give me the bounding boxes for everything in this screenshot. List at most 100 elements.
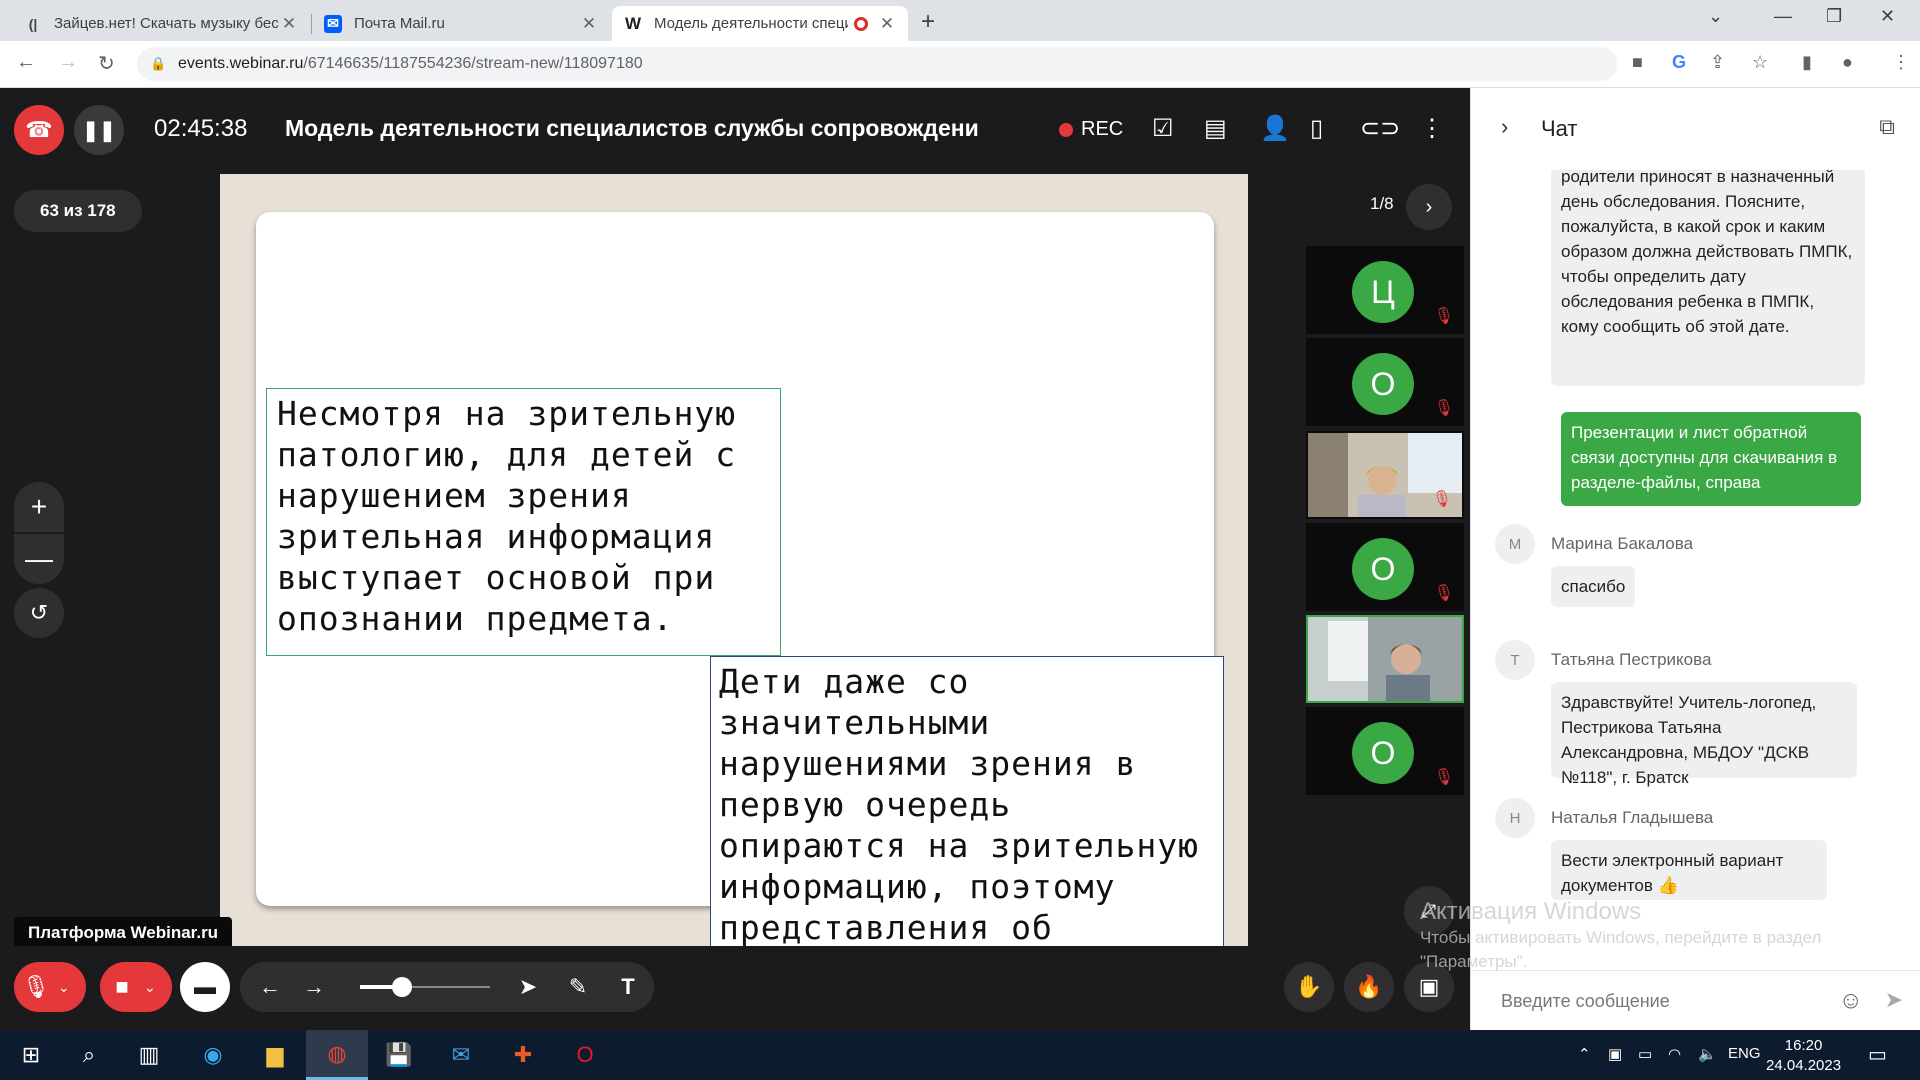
chrome-menu-icon[interactable]: ⋮ bbox=[1892, 52, 1910, 73]
network-device-icon[interactable]: ▣ bbox=[1608, 1045, 1622, 1063]
side-panel-icon[interactable]: ▮ bbox=[1802, 52, 1812, 73]
chrome-icon[interactable]: ◍ bbox=[306, 1030, 368, 1080]
mail-icon: ✉ bbox=[324, 14, 342, 33]
camera-toggle-button[interactable]: ■ ⌄ bbox=[100, 962, 172, 1012]
close-icon[interactable]: ✕ bbox=[878, 14, 896, 34]
recording-icon bbox=[854, 16, 868, 31]
wifi-icon[interactable]: ◠ bbox=[1668, 1045, 1681, 1063]
reactions-button[interactable]: 🔥 bbox=[1344, 962, 1394, 1012]
google-translate-icon[interactable]: G bbox=[1672, 52, 1686, 73]
participant-video-tile[interactable]: 🎙 bbox=[1306, 431, 1464, 519]
minimize-icon[interactable]: — bbox=[1774, 6, 1792, 27]
app-save-icon[interactable]: 💾 bbox=[368, 1030, 430, 1080]
participant-tile[interactable]: О 🎙 bbox=[1306, 338, 1464, 426]
participant-tile[interactable]: О 🎙 bbox=[1306, 707, 1464, 795]
browser-tab-strip: (| Зайцев.нет! Скачать музыку бес ✕ ✉ По… bbox=[0, 0, 1920, 41]
windows-taskbar: ⊞ ⌕ ▥ ◉ ▆ ◍ 💾 ✉ ✚ O ⌃ ▣ ▭ ◠ 🔈 ENG 16:20 … bbox=[0, 1030, 1920, 1080]
hand-icon: ✋ bbox=[1295, 974, 1323, 999]
back-icon[interactable]: ← bbox=[16, 51, 36, 74]
edge-icon[interactable]: ◉ bbox=[182, 1030, 244, 1080]
chevron-down-icon[interactable]: ⌄ bbox=[58, 979, 70, 996]
chevron-down-icon[interactable]: ⌄ bbox=[144, 979, 156, 996]
camera-permission-icon[interactable]: ■ bbox=[1632, 52, 1643, 73]
file-explorer-icon[interactable]: ▆ bbox=[244, 1030, 306, 1080]
participants-icon[interactable]: 👤 bbox=[1260, 114, 1290, 143]
tasks-checklist-icon[interactable]: ☑ bbox=[1152, 114, 1174, 143]
zoom-slider-knob[interactable] bbox=[392, 977, 412, 997]
plus-icon: + bbox=[30, 491, 48, 522]
tray-chevron-icon[interactable]: ⌃ bbox=[1578, 1045, 1591, 1063]
task-view-icon[interactable]: ▥ bbox=[118, 1030, 180, 1080]
raise-hand-button[interactable]: ✋ bbox=[1284, 962, 1334, 1012]
opera-icon[interactable]: O bbox=[554, 1030, 616, 1080]
slide-counter: 63 из 178 bbox=[14, 190, 142, 232]
profile-avatar-icon[interactable]: ● bbox=[1842, 52, 1853, 73]
mic-muted-icon: 🎙 bbox=[1433, 400, 1454, 417]
start-windows-icon[interactable]: ⊞ bbox=[0, 1030, 62, 1080]
pen-draw-icon[interactable]: ✎ bbox=[556, 974, 600, 1000]
tab-zaycev[interactable]: (| Зайцев.нет! Скачать музыку бес ✕ bbox=[12, 6, 310, 41]
layout-button[interactable]: ▣ bbox=[1404, 962, 1454, 1012]
participant-tile[interactable]: О 🎙 bbox=[1306, 523, 1464, 611]
reload-icon[interactable]: ↻ bbox=[98, 51, 115, 76]
chat-input[interactable]: Введите сообщение bbox=[1501, 991, 1670, 1012]
share-icon[interactable]: ⇪ bbox=[1710, 52, 1725, 73]
search-icon[interactable]: ⌕ bbox=[58, 1030, 120, 1080]
participant-tile[interactable]: Ц 🎙 bbox=[1306, 246, 1464, 334]
pointer-cursor-icon[interactable]: ➤ bbox=[506, 974, 550, 1000]
volume-muted-icon[interactable]: 🔈 bbox=[1698, 1045, 1717, 1063]
fullscreen-button[interactable]: ⤢ bbox=[1404, 886, 1454, 936]
zoom-in-button[interactable]: + bbox=[14, 482, 64, 532]
new-tab-icon[interactable]: + bbox=[921, 8, 935, 36]
system-clock[interactable]: 16:20 24.04.2023 bbox=[1766, 1036, 1841, 1076]
lock-icon[interactable]: 🔒 bbox=[150, 56, 166, 72]
expand-icon: ⤢ bbox=[1421, 900, 1437, 921]
close-icon[interactable]: ✕ bbox=[580, 14, 598, 34]
forward-icon[interactable]: → bbox=[58, 51, 78, 74]
notifications-icon[interactable]: ▭ bbox=[1868, 1042, 1887, 1067]
close-window-icon[interactable]: ✕ bbox=[1880, 6, 1895, 27]
minus-icon: — bbox=[25, 543, 53, 574]
monitor-icon: ▬ bbox=[194, 974, 216, 999]
mic-muted-icon: 🎙 bbox=[1433, 308, 1454, 325]
chat-bubble-icon[interactable]: ▤ bbox=[1204, 114, 1227, 143]
collapse-chat-icon[interactable]: › bbox=[1501, 114, 1508, 140]
session-timer: 02:45:38 bbox=[154, 115, 248, 142]
participant-video-tile-active[interactable] bbox=[1306, 615, 1464, 703]
prev-slide-icon[interactable]: ← bbox=[248, 974, 292, 1000]
next-slide-icon[interactable]: → bbox=[292, 974, 336, 1000]
zoom-out-button[interactable]: — bbox=[14, 534, 64, 584]
tab-search-chevron-icon[interactable]: ⌄ bbox=[1708, 6, 1723, 27]
slide-text-block-1: Несмотря на зрительную патологию, для де… bbox=[266, 388, 781, 656]
participant-avatar: О bbox=[1352, 722, 1414, 784]
link-icon[interactable]: ⊂⊃ bbox=[1360, 114, 1400, 143]
leave-call-button[interactable]: ☎ bbox=[14, 105, 64, 155]
screen-share-button[interactable]: ▬ bbox=[180, 962, 230, 1012]
popout-icon[interactable]: ⧉ bbox=[1879, 114, 1895, 140]
reset-zoom-button[interactable]: ↺ bbox=[14, 588, 64, 638]
pause-button[interactable]: ❚❚ bbox=[74, 105, 124, 155]
close-icon[interactable]: ✕ bbox=[280, 14, 298, 34]
mail-app-icon[interactable]: ✉ bbox=[430, 1030, 492, 1080]
files-document-icon[interactable]: ▯ bbox=[1310, 114, 1323, 143]
send-icon[interactable]: ➤ bbox=[1885, 987, 1903, 1013]
text-tool-icon[interactable]: T bbox=[606, 974, 650, 1000]
tab-mail[interactable]: ✉ Почта Mail.ru ✕ bbox=[312, 6, 610, 41]
more-options-icon[interactable]: ⋮ bbox=[1420, 114, 1444, 143]
microphone-toggle-button[interactable]: 🎙 ⌄ bbox=[14, 962, 86, 1012]
keyboard-language[interactable]: ENG bbox=[1728, 1045, 1761, 1062]
participant-avatar: Ц bbox=[1352, 261, 1414, 323]
antivirus-app-icon[interactable]: ✚ bbox=[492, 1030, 554, 1080]
participants-next-button[interactable]: › bbox=[1406, 184, 1452, 230]
chat-message-mine: Презентации и лист обратной связи доступ… bbox=[1561, 412, 1861, 506]
tab-webinar[interactable]: W Модель деятельности специ ✕ bbox=[612, 6, 908, 41]
chat-message: родители приносят в назначенный день обс… bbox=[1551, 170, 1865, 386]
chat-panel: › Чат ⧉ родители приносят в назначенный … bbox=[1470, 88, 1920, 1030]
flame-icon: 🔥 bbox=[1355, 974, 1383, 999]
restore-icon[interactable]: ❐ bbox=[1826, 6, 1842, 27]
battery-icon[interactable]: ▭ bbox=[1638, 1045, 1652, 1063]
bookmark-star-icon[interactable]: ☆ bbox=[1752, 52, 1768, 73]
webinar-title: Модель деятельности специалистов службы … bbox=[285, 115, 979, 141]
emoji-icon[interactable]: ☺ bbox=[1838, 987, 1863, 1015]
url-text[interactable]: events.webinar.ru/67146635/1187554236/st… bbox=[178, 55, 643, 73]
